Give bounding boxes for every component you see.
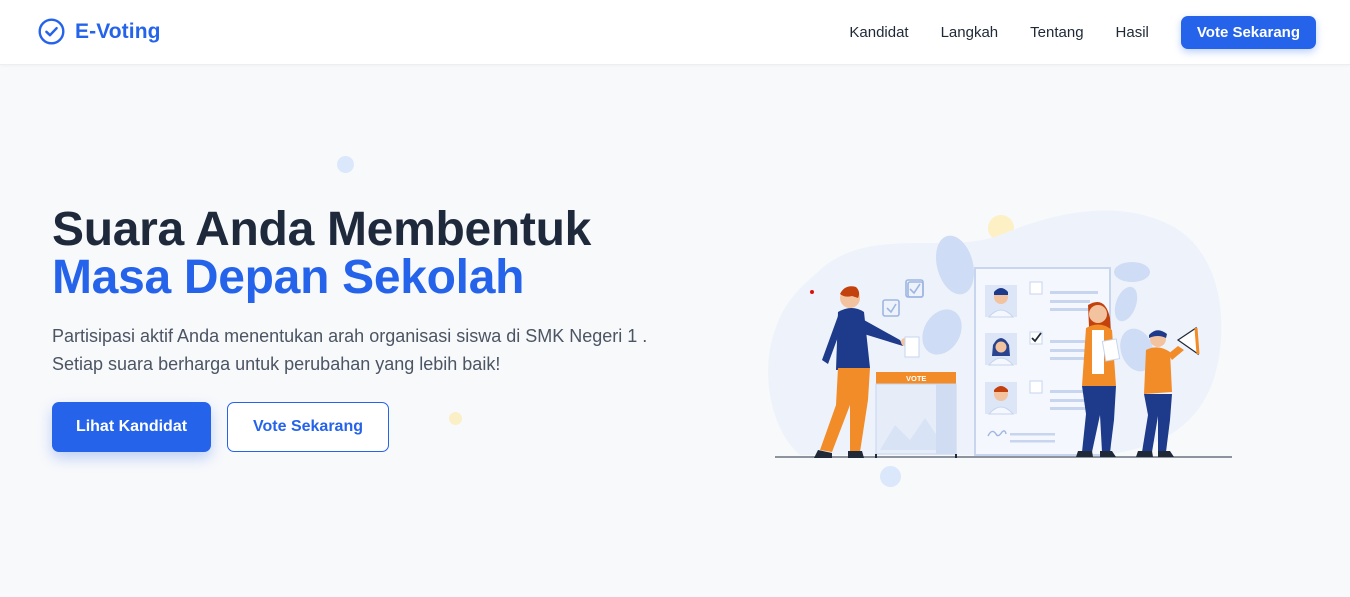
voting-illustration: VOTE xyxy=(768,210,1232,458)
brand-name: E-Voting xyxy=(75,19,161,43)
view-candidates-button[interactable]: Lihat Kandidat xyxy=(52,402,211,452)
check-circle-icon xyxy=(38,18,65,45)
red-dot xyxy=(810,290,814,294)
nav-link-hasil[interactable]: Hasil xyxy=(1116,24,1149,41)
nav-link-kandidat[interactable]: Kandidat xyxy=(849,24,908,41)
ballot-box: VOTE xyxy=(875,372,957,458)
nav-link-langkah[interactable]: Langkah xyxy=(941,24,999,41)
brand-logo-link[interactable]: E-Voting xyxy=(38,18,161,45)
nav-vote-button[interactable]: Vote Sekarang xyxy=(1180,16,1316,49)
hero-title: Suara Anda Membentuk Masa Depan Sekolah xyxy=(52,206,692,302)
decorative-dot xyxy=(337,156,354,173)
decorative-dot xyxy=(449,412,462,425)
nav-link-tentang[interactable]: Tentang xyxy=(1030,24,1083,41)
hero-subtitle: Partisipasi aktif Anda menentukan arah o… xyxy=(52,326,648,374)
vote-now-button[interactable]: Vote Sekarang xyxy=(227,402,389,452)
hero-title-line1: Suara Anda Membentuk xyxy=(52,203,591,256)
navbar: E-Voting Kandidat Langkah Tentang Hasil … xyxy=(0,0,1350,65)
hero-title-line2: Masa Depan Sekolah xyxy=(52,251,525,304)
ballot-box-label: VOTE xyxy=(906,374,926,383)
main-nav: Kandidat Langkah Tentang Hasil Vote Seka… xyxy=(849,0,1316,65)
